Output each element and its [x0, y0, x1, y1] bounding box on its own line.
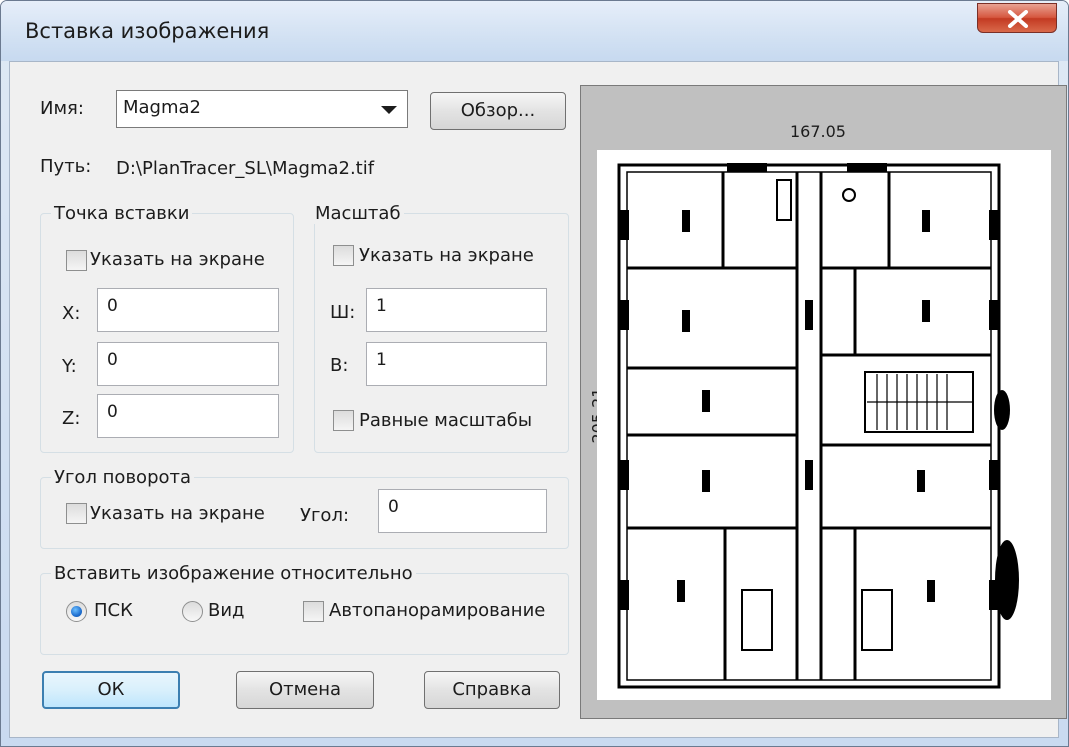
uniform-scale-label[interactable]: Равные масштабы — [359, 410, 532, 431]
preview-image-sheet — [597, 150, 1051, 700]
preview-width-dimension: 167.05 — [790, 122, 846, 141]
angle-input[interactable]: 0 — [378, 489, 547, 533]
title-bar[interactable]: Вставка изображения — [1, 1, 1068, 61]
scale-width-value: 1 — [376, 296, 387, 316]
insertion-point-specify-label[interactable]: Указать на экране — [90, 249, 265, 270]
insertion-point-group-title: Точка вставки — [51, 203, 193, 224]
scale-width-input[interactable]: 1 — [366, 288, 547, 332]
angle-input-value: 0 — [388, 497, 399, 517]
scale-group-title: Масштаб — [312, 203, 404, 224]
help-button[interactable]: Справка — [424, 671, 560, 709]
z-input[interactable]: 0 — [97, 394, 279, 438]
rotation-specify-checkbox[interactable] — [66, 503, 87, 524]
angle-label: Угол: — [300, 505, 350, 526]
uniform-scale-checkbox[interactable] — [333, 410, 354, 431]
scale-height-value: 1 — [376, 350, 387, 370]
chevron-down-icon[interactable] — [381, 106, 397, 114]
x-input[interactable]: 0 — [97, 288, 279, 332]
close-icon — [1008, 10, 1028, 28]
y-input[interactable]: 0 — [97, 342, 279, 386]
insert-relative-group-title: Вставить изображение относительно — [51, 563, 416, 584]
scale-specify-label[interactable]: Указать на экране — [359, 245, 534, 266]
name-combobox-value: Magma2 — [123, 97, 202, 118]
floor-plan-image — [617, 163, 1019, 689]
cancel-button[interactable]: Отмена — [236, 671, 374, 709]
close-button[interactable] — [977, 3, 1057, 33]
name-combobox[interactable]: Magma2 — [116, 90, 408, 128]
ok-button[interactable]: ОК — [42, 671, 180, 709]
scale-width-label: Ш: — [330, 302, 356, 323]
name-label: Имя: — [40, 98, 84, 119]
browse-button[interactable]: Обзор... — [430, 92, 566, 130]
radio-view[interactable] — [182, 601, 203, 622]
scale-height-input[interactable]: 1 — [366, 342, 547, 386]
rotation-group-title: Угол поворота — [51, 467, 195, 488]
radio-view-label[interactable]: Вид — [208, 600, 245, 621]
radio-selected-dot — [71, 606, 82, 617]
dialog-title: Вставка изображения — [25, 19, 270, 43]
radio-ucs-label[interactable]: ПСК — [94, 600, 133, 621]
autopan-checkbox[interactable] — [303, 601, 324, 622]
x-input-value: 0 — [107, 296, 118, 316]
path-value: D:\PlanTracer_SL\Magma2.tif — [116, 158, 375, 179]
z-input-value: 0 — [107, 402, 118, 422]
y-label: Y: — [62, 356, 77, 377]
x-label: X: — [62, 303, 81, 324]
autopan-label[interactable]: Автопанорамирование — [329, 600, 545, 621]
scale-height-label: В: — [330, 355, 349, 376]
scale-specify-checkbox[interactable] — [333, 245, 354, 266]
y-input-value: 0 — [107, 350, 118, 370]
insertion-point-specify-checkbox[interactable] — [66, 250, 87, 271]
path-label: Путь: — [40, 156, 92, 177]
rotation-specify-label[interactable]: Указать на экране — [90, 503, 265, 524]
z-label: Z: — [62, 408, 81, 429]
radio-ucs[interactable] — [66, 601, 87, 622]
